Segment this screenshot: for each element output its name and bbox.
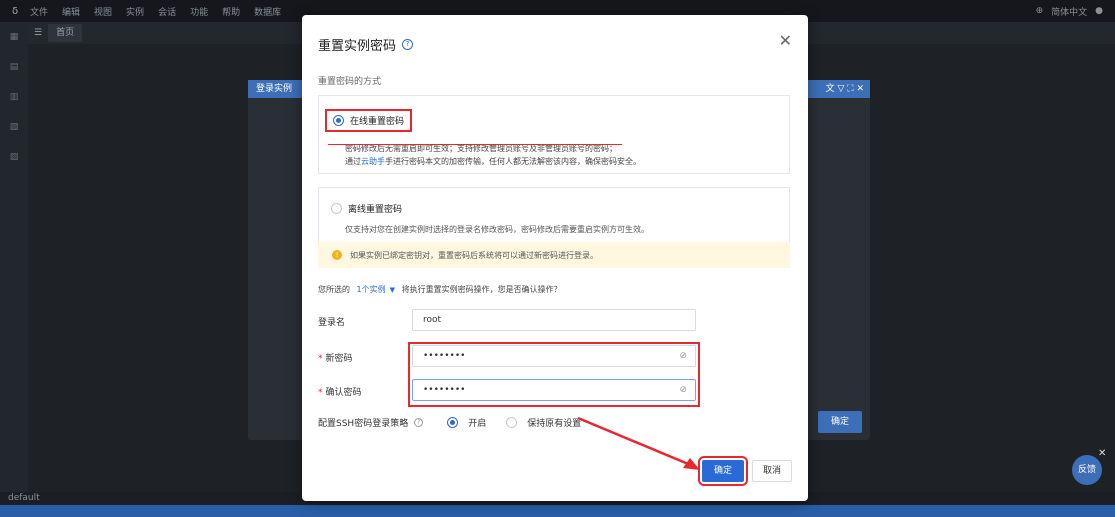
rail-icon-2[interactable]: ▤ bbox=[0, 52, 28, 82]
menu-item-edit[interactable]: 编辑 bbox=[62, 5, 80, 18]
online-reset-radio[interactable] bbox=[333, 115, 344, 126]
rail-icon-5[interactable]: ▨ bbox=[0, 142, 28, 172]
menu-item-session[interactable]: 会话 bbox=[158, 5, 176, 18]
question-icon[interactable]: ? bbox=[414, 418, 424, 427]
menu-item-function[interactable]: 功能 bbox=[190, 5, 208, 18]
method-label: 重置密码的方式 bbox=[318, 77, 382, 87]
left-rail: ▦ ▤ ▥ ▧ ▨ bbox=[0, 22, 28, 492]
online-desc-pre: 通过 bbox=[345, 157, 361, 166]
annotation-box bbox=[408, 342, 700, 407]
modal-title: 重置实例密码 ? bbox=[318, 35, 414, 54]
app-logo: δ bbox=[11, 5, 19, 17]
reset-password-modal: 重置实例密码 ? ✕ 重置密码的方式 在线重置密码 密码修改后无需重启即可生效；… bbox=[302, 15, 808, 501]
chevron-down-icon[interactable]: ▼ bbox=[390, 286, 395, 294]
menu-item-view[interactable]: 视图 bbox=[94, 5, 112, 18]
login-name-value: root bbox=[423, 315, 442, 325]
close-icon[interactable]: ✕ bbox=[779, 31, 792, 50]
help-icon[interactable]: ? bbox=[402, 39, 414, 50]
dialog-tools[interactable]: 文 ▽ ⛶ ✕ bbox=[826, 80, 864, 98]
online-reset-radio-row[interactable]: 在线重置密码 bbox=[325, 109, 413, 132]
ssh-policy-row: 配置SSH密码登录策略 ? 开启 保持原有设置 bbox=[318, 416, 581, 429]
status-strip bbox=[0, 505, 1115, 517]
online-desc-post: 手进行密码本文的加密传输，任何人都无法解密该内容，确保密码安全。 bbox=[385, 157, 641, 166]
new-password-label: * 新密码 bbox=[318, 354, 353, 364]
offline-reset-label: 离线重置密码 bbox=[348, 205, 403, 215]
cloud-assistant-link[interactable]: 云助手 bbox=[361, 157, 385, 166]
offline-reset-radio-row[interactable]: 离线重置密码 bbox=[331, 202, 402, 215]
ssh-on-radio[interactable] bbox=[447, 417, 459, 428]
selection-post: 将执行重置实例密码操作，您是否确认操作？ bbox=[401, 285, 562, 294]
language-label[interactable]: 简体中文 bbox=[1051, 5, 1087, 18]
rail-icon-4[interactable]: ▧ bbox=[0, 112, 28, 142]
add-circle-icon[interactable]: ⊕ bbox=[1036, 6, 1044, 16]
ssh-on-label[interactable]: 开启 bbox=[468, 416, 486, 429]
offline-reset-option[interactable]: 离线重置密码 仅支持对您在创建实例时选择的登录名修改密码，密码修改后需要重启实例… bbox=[318, 187, 790, 245]
selection-summary: 您所选的 1个实例 ▼ 将执行重置实例密码操作，您是否确认操作？ bbox=[318, 284, 562, 295]
warning-text: 如果实例已绑定密钥对，重置密码后系统将可以通过新密码进行登录。 bbox=[350, 250, 598, 260]
selection-pre: 您所选的 bbox=[318, 285, 350, 294]
confirm-password-label: * 确认密码 bbox=[318, 388, 362, 398]
env-label[interactable]: default bbox=[8, 493, 40, 503]
login-name-field[interactable]: root bbox=[412, 309, 696, 331]
ssh-keep-radio[interactable] bbox=[506, 417, 518, 428]
feedback-close-icon[interactable]: ✕ bbox=[1098, 448, 1106, 459]
menu-toggle-icon[interactable]: ☰ bbox=[34, 28, 42, 38]
confirm-button[interactable]: 确定 bbox=[698, 456, 748, 486]
menu-item-help[interactable]: 帮助 bbox=[222, 5, 240, 18]
selected-instances-link[interactable]: 1个实例 bbox=[357, 285, 386, 294]
ssh-policy-label: 配置SSH密码登录策略 bbox=[318, 419, 409, 429]
cancel-button[interactable]: 取消 bbox=[752, 460, 792, 482]
rail-icon-3[interactable]: ▥ bbox=[0, 82, 28, 112]
offline-reset-radio[interactable] bbox=[331, 203, 342, 214]
warning-banner: ! 如果实例已绑定密钥对，重置密码后系统将可以通过新密码进行登录。 bbox=[318, 242, 790, 268]
offline-reset-desc: 仅支持对您在创建实例时选择的登录名修改密码，密码修改后需要重启实例方可生效。 bbox=[345, 225, 649, 234]
login-name-label: 登录名 bbox=[318, 318, 346, 328]
avatar[interactable]: ● bbox=[1095, 6, 1103, 16]
warning-icon: ! bbox=[332, 250, 342, 260]
online-reset-label: 在线重置密码 bbox=[350, 117, 405, 127]
bg-confirm-button[interactable]: 确定 bbox=[818, 411, 862, 433]
menu-item-instance[interactable]: 实例 bbox=[126, 5, 144, 18]
menu-item-file[interactable]: 文件 bbox=[30, 5, 48, 18]
annotation-underline bbox=[328, 144, 622, 145]
feedback-button[interactable]: 反馈 bbox=[1072, 455, 1102, 485]
online-reset-option[interactable]: 在线重置密码 密码修改后无需重启即可生效；支持修改管理员账号及非管理员账号的密码… bbox=[318, 95, 790, 174]
rail-icon-1[interactable]: ▦ bbox=[0, 22, 28, 52]
modal-title-text: 重置实例密码 bbox=[318, 39, 397, 54]
online-reset-desc-2: 通过云助手手进行密码本文的加密传输，任何人都无法解密该内容，确保密码安全。 bbox=[345, 156, 641, 167]
ssh-keep-label[interactable]: 保持原有设置 bbox=[527, 416, 581, 429]
tab-home[interactable]: 首页 bbox=[48, 24, 83, 42]
menu-item-database[interactable]: 数据库 bbox=[254, 5, 281, 18]
